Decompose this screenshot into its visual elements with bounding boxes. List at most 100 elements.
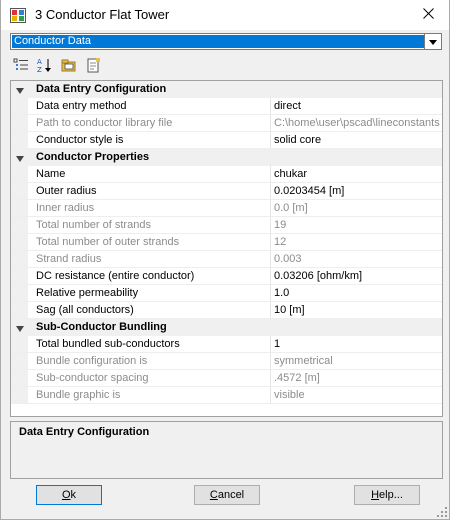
alphabetical-view-button[interactable]: A Z [35, 56, 55, 76]
category-label: Conductor Properties [36, 151, 150, 163]
property-value[interactable]: 19 [274, 219, 440, 231]
categorized-view-button[interactable] [11, 56, 31, 76]
chevron-down-icon [429, 36, 437, 48]
column-divider[interactable] [270, 285, 271, 302]
cancel-label-rest: ancel [217, 489, 245, 501]
collapse-icon[interactable] [16, 324, 24, 332]
column-divider[interactable] [270, 234, 271, 251]
column-divider[interactable] [270, 353, 271, 370]
property-name: Total bundled sub-conductors [36, 338, 180, 350]
column-divider[interactable] [270, 370, 271, 387]
collapse-icon[interactable] [16, 154, 24, 162]
property-value[interactable]: 1.0 [274, 287, 440, 299]
row-gutter [11, 98, 28, 115]
property-name: Name [36, 168, 66, 180]
property-name: Data entry method [36, 100, 127, 112]
property-row[interactable]: Total number of outer strands 12 [11, 234, 442, 251]
column-divider[interactable] [270, 387, 271, 404]
property-value[interactable]: 0.0 [m] [274, 202, 440, 214]
property-value[interactable]: .4572 [m] [274, 372, 440, 384]
row-gutter [11, 353, 28, 370]
svg-text:A: A [37, 58, 42, 66]
sort-az-icon: A Z [37, 57, 53, 76]
property-row[interactable]: Bundle graphic is visible [11, 387, 442, 404]
property-value[interactable]: direct [274, 100, 440, 112]
property-value[interactable]: symmetrical [274, 355, 440, 367]
property-pages-button[interactable] [59, 56, 79, 76]
categorized-icon [13, 57, 29, 76]
property-name: Bundle graphic is [36, 389, 121, 401]
svg-text:Z: Z [37, 66, 42, 73]
column-divider[interactable] [270, 183, 271, 200]
column-divider[interactable] [270, 98, 271, 115]
property-value[interactable]: 1 [274, 338, 440, 350]
property-row[interactable]: Strand radius 0.003 [11, 251, 442, 268]
property-value[interactable]: solid core [274, 134, 440, 146]
property-grid[interactable]: Data Entry Configuration Data entry metho… [10, 80, 443, 417]
property-name: Path to conductor library file [36, 117, 173, 129]
property-name: Conductor style is [36, 134, 124, 146]
property-name: Sag (all conductors) [36, 304, 134, 316]
ok-button[interactable]: Ok [36, 485, 102, 505]
property-value[interactable]: visible [274, 389, 440, 401]
row-gutter [11, 370, 28, 387]
property-name: Strand radius [36, 253, 102, 265]
property-row[interactable]: Name chukar [11, 166, 442, 183]
dropdown-arrow-button[interactable] [424, 34, 441, 49]
cancel-mnemonic: C [209, 489, 218, 501]
property-row[interactable]: Inner radius 0.0 [m] [11, 200, 442, 217]
property-row[interactable]: Total bundled sub-conductors 1 [11, 336, 442, 353]
property-row[interactable]: Path to conductor library file C:\home\us… [11, 115, 442, 132]
property-value[interactable]: chukar [274, 168, 440, 180]
column-divider[interactable] [270, 132, 271, 149]
property-row[interactable]: DC resistance (entire conductor) 0.03206 … [11, 268, 442, 285]
property-row[interactable]: Data entry method direct [11, 98, 442, 115]
category-row[interactable]: Sub-Conductor Bundling [11, 319, 442, 336]
column-divider[interactable] [270, 217, 271, 234]
row-gutter [11, 234, 28, 251]
dialog-window: 3 Conductor Flat Tower Conductor Data A … [0, 0, 450, 520]
category-row[interactable]: Conductor Properties [11, 149, 442, 166]
property-row[interactable]: Sag (all conductors) 10 [m] [11, 302, 442, 319]
close-button[interactable] [407, 0, 449, 30]
title-bar: 3 Conductor Flat Tower [1, 0, 449, 30]
property-name: Inner radius [36, 202, 95, 214]
help-mnemonic: H [371, 489, 380, 501]
category-dropdown[interactable]: Conductor Data [10, 33, 442, 50]
resize-grip-icon[interactable] [437, 507, 447, 517]
help-button[interactable]: Help... [354, 485, 420, 505]
notes-button[interactable] [83, 56, 103, 76]
category-label: Sub-Conductor Bundling [36, 321, 167, 333]
property-name: Total number of outer strands [36, 236, 180, 248]
document-icon [85, 57, 101, 76]
property-value[interactable]: 10 [m] [274, 304, 440, 316]
property-value[interactable]: 0.03206 [ohm/km] [274, 270, 440, 282]
column-divider[interactable] [270, 302, 271, 319]
column-divider[interactable] [270, 251, 271, 268]
column-divider[interactable] [270, 268, 271, 285]
row-separator [11, 403, 442, 404]
column-divider[interactable] [270, 336, 271, 353]
property-value[interactable]: 12 [274, 236, 440, 248]
folder-icon [61, 57, 77, 76]
row-gutter [11, 268, 28, 285]
category-row[interactable]: Data Entry Configuration [11, 81, 442, 98]
property-value[interactable]: C:\home\user\pscad\lineconstants\ [274, 117, 440, 129]
cancel-button[interactable]: Cancel [194, 485, 260, 505]
row-gutter [11, 336, 28, 353]
column-divider[interactable] [270, 200, 271, 217]
property-row[interactable]: Conductor style is solid core [11, 132, 442, 149]
row-gutter [11, 166, 28, 183]
collapse-icon[interactable] [16, 86, 24, 94]
property-row[interactable]: Relative permeability 1.0 [11, 285, 442, 302]
property-name: Relative permeability [36, 287, 139, 299]
row-gutter [11, 115, 28, 132]
property-value[interactable]: 0.0203454 [m] [274, 185, 440, 197]
property-row[interactable]: Bundle configuration is symmetrical [11, 353, 442, 370]
column-divider[interactable] [270, 166, 271, 183]
property-value[interactable]: 0.003 [274, 253, 440, 265]
property-row[interactable]: Outer radius 0.0203454 [m] [11, 183, 442, 200]
property-row[interactable]: Sub-conductor spacing .4572 [m] [11, 370, 442, 387]
column-divider[interactable] [270, 115, 271, 132]
property-row[interactable]: Total number of strands 19 [11, 217, 442, 234]
